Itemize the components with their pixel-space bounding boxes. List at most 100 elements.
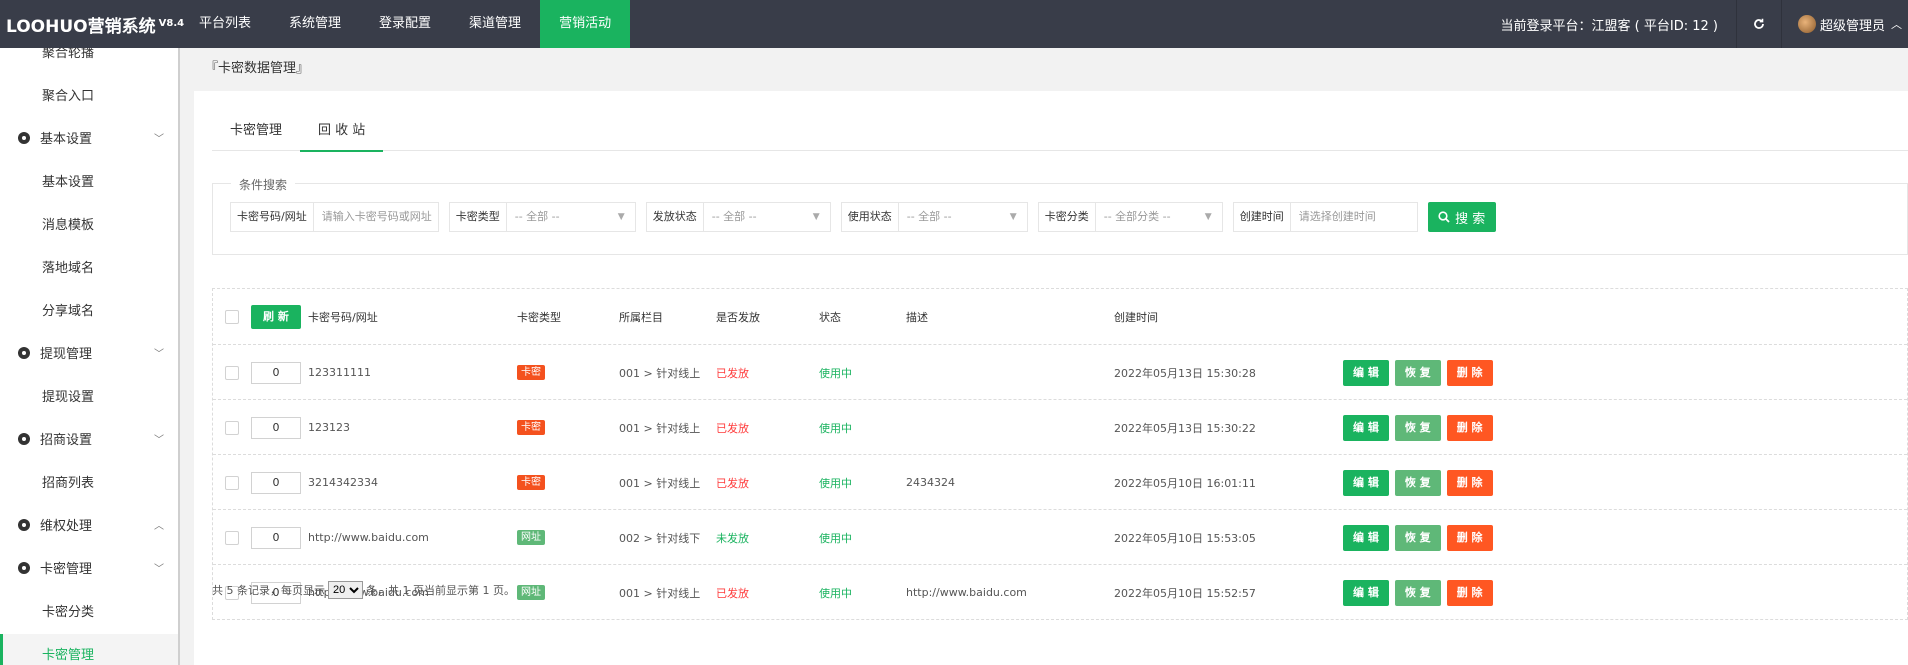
sidebar-item-label: 聚合入口 <box>42 89 95 104</box>
search-button-label: 搜 索 <box>1455 211 1486 227</box>
table-cell: 创建时间 <box>1114 289 1158 344</box>
filter-input[interactable]: 请输入卡密号码或网址 <box>312 202 439 232</box>
issue-status: 未发放 <box>716 531 749 545</box>
sidebar-item[interactable]: 提现设置 <box>0 376 178 419</box>
table-row: 0 http://www.baidu.com 网址 002 > 针对线下 未发放 使用中 2… <box>213 509 1907 564</box>
sidebar-group[interactable]: 基本设置 ﹀ <box>0 118 178 161</box>
filter-placeholder: -- 全部 -- <box>711 210 757 223</box>
delete-button[interactable]: 删 除 <box>1446 414 1493 441</box>
chevron-down-icon: ﹀ <box>154 435 164 446</box>
sort-order-input[interactable]: 0 <box>251 526 301 549</box>
row-checkbox[interactable] <box>225 420 239 435</box>
table-cell: 已发放 <box>716 400 749 455</box>
edit-button[interactable]: 编 辑 <box>1343 359 1389 386</box>
sidebar-item[interactable]: 招商列表 <box>0 462 178 505</box>
restore-button[interactable]: 恢 复 <box>1394 469 1441 496</box>
edit-button[interactable]: 编 辑 <box>1343 469 1389 496</box>
row-checkbox[interactable] <box>225 365 239 380</box>
app-logo[interactable]: LOOHUO营销系统 V8.4 <box>0 12 184 37</box>
sort-order-input[interactable]: 0 <box>251 416 301 439</box>
top-nav-item[interactable]: 登录配置 <box>360 0 450 48</box>
column-header: 卡密号码/网址 <box>308 310 378 324</box>
search-icon <box>1438 211 1450 223</box>
sidebar-item[interactable]: 聚合轮播 <box>0 48 178 75</box>
pager-prefix: 共 5 条记录，每页显示 <box>212 584 325 597</box>
table-cell: 描述 <box>906 289 928 344</box>
table-cell: 001 > 针对线上 <box>619 455 700 510</box>
row-checkbox[interactable] <box>225 475 239 490</box>
card-type-badge: 卡密 <box>517 420 545 435</box>
restore-button[interactable]: 恢 复 <box>1394 359 1441 386</box>
filter-group: 卡密分类 -- 全部分类 -- ▼ <box>1037 202 1223 232</box>
filter-select[interactable]: -- 全部 -- ▼ <box>505 202 636 232</box>
filter-select[interactable]: -- 全部 -- ▼ <box>897 202 1028 232</box>
restore-button[interactable]: 恢 复 <box>1394 414 1441 441</box>
sidebar-group[interactable]: 维权处理 ︿ <box>0 505 178 548</box>
chevron-up-icon: ︿ <box>154 521 164 532</box>
delete-button[interactable]: 删 除 <box>1446 524 1493 551</box>
search-filters: 卡密号码/网址 请输入卡密号码或网址 卡密类型 -- 全部 -- ▼ 发放状态 -- 全部 … <box>230 202 1496 232</box>
menu-group-icon <box>18 433 30 445</box>
created-time: 2022年05月10日 15:53:05 <box>1114 531 1256 545</box>
search-button[interactable]: 搜 索 <box>1427 202 1496 232</box>
card-type-badge: 卡密 <box>517 365 545 380</box>
filter-select[interactable]: -- 全部 -- ▼ <box>702 202 831 232</box>
filter-label: 发放状态 <box>645 202 703 232</box>
top-nav-item[interactable]: 渠道管理 <box>450 0 540 48</box>
filter-select[interactable]: -- 全部分类 -- ▼ <box>1094 202 1223 232</box>
sidebar-item[interactable]: 分享域名 <box>0 290 178 333</box>
table-cell: 卡密 <box>517 400 545 455</box>
delete-button[interactable]: 删 除 <box>1446 359 1493 386</box>
sidebar-item-label: 基本设置 <box>42 175 95 190</box>
table-cell: 是否发放 <box>716 289 760 344</box>
column-header: 描述 <box>906 310 928 324</box>
table-cell: 0 <box>251 400 301 455</box>
reload-button[interactable] <box>1735 0 1782 48</box>
sidebar-item-label: 卡密管理 <box>40 562 93 577</box>
edit-button[interactable]: 编 辑 <box>1343 579 1389 606</box>
sidebar-item[interactable]: 消息模板 <box>0 204 178 247</box>
tab-item[interactable]: 卡密管理 <box>212 111 300 151</box>
breadcrumb: 『卡密数据管理』 <box>205 61 310 76</box>
row-actions: 编 辑恢 复删 除 <box>1343 510 1499 565</box>
delete-button[interactable]: 删 除 <box>1446 579 1493 606</box>
row-checkbox[interactable] <box>225 530 239 545</box>
table-cell: 2434324 <box>906 455 955 510</box>
refresh-sort-button[interactable]: 刷 新 <box>251 304 301 329</box>
tab-item[interactable]: 回 收 站 <box>300 111 384 152</box>
sort-order-input[interactable]: 0 <box>251 471 301 494</box>
sidebar-group[interactable]: 提现管理 ﹀ <box>0 333 178 376</box>
filter-input[interactable]: 请选择创建时间 <box>1289 202 1418 232</box>
created-time: 2022年05月13日 15:30:28 <box>1114 366 1256 380</box>
admin-menu[interactable]: 超级管理员 ︿ <box>1782 0 1908 48</box>
table-cell: 使用中 <box>819 345 852 400</box>
table-cell <box>225 289 239 344</box>
sidebar-item[interactable]: 卡密分类 <box>0 591 178 634</box>
table-cell: 使用中 <box>819 565 852 620</box>
delete-button[interactable]: 删 除 <box>1446 469 1493 496</box>
restore-button[interactable]: 恢 复 <box>1394 579 1441 606</box>
table-cell: 卡密 <box>517 345 545 400</box>
page-size-select[interactable]: 20 <box>328 581 363 599</box>
top-nav-item[interactable]: 平台列表 <box>180 0 270 48</box>
sidebar-group[interactable]: 卡密管理 ﹀ <box>0 548 178 591</box>
edit-button[interactable]: 编 辑 <box>1343 524 1389 551</box>
sidebar-item-label: 提现设置 <box>42 390 95 405</box>
table-cell: 0 <box>251 345 301 400</box>
top-nav-item[interactable]: 系统管理 <box>270 0 360 48</box>
table-cell: 2022年05月10日 15:53:05 <box>1114 510 1256 565</box>
restore-button[interactable]: 恢 复 <box>1394 524 1441 551</box>
issue-status: 已发放 <box>716 421 749 435</box>
row-actions: 编 辑恢 复删 除 <box>1343 345 1499 400</box>
sidebar-item[interactable]: 基本设置 <box>0 161 178 204</box>
select-all-checkbox[interactable] <box>225 309 239 324</box>
sidebar-item[interactable]: 聚合入口 <box>0 75 178 118</box>
sidebar-item[interactable]: 落地域名 <box>0 247 178 290</box>
menu-group-icon <box>18 562 30 574</box>
top-nav-item[interactable]: 营销活动 <box>540 0 631 48</box>
sidebar-group[interactable]: 招商设置 ﹀ <box>0 419 178 462</box>
sort-order-input[interactable]: 0 <box>251 361 301 384</box>
table-cell: 未发放 <box>716 510 749 565</box>
edit-button[interactable]: 编 辑 <box>1343 414 1389 441</box>
sidebar-item[interactable]: 卡密管理 <box>0 634 178 665</box>
